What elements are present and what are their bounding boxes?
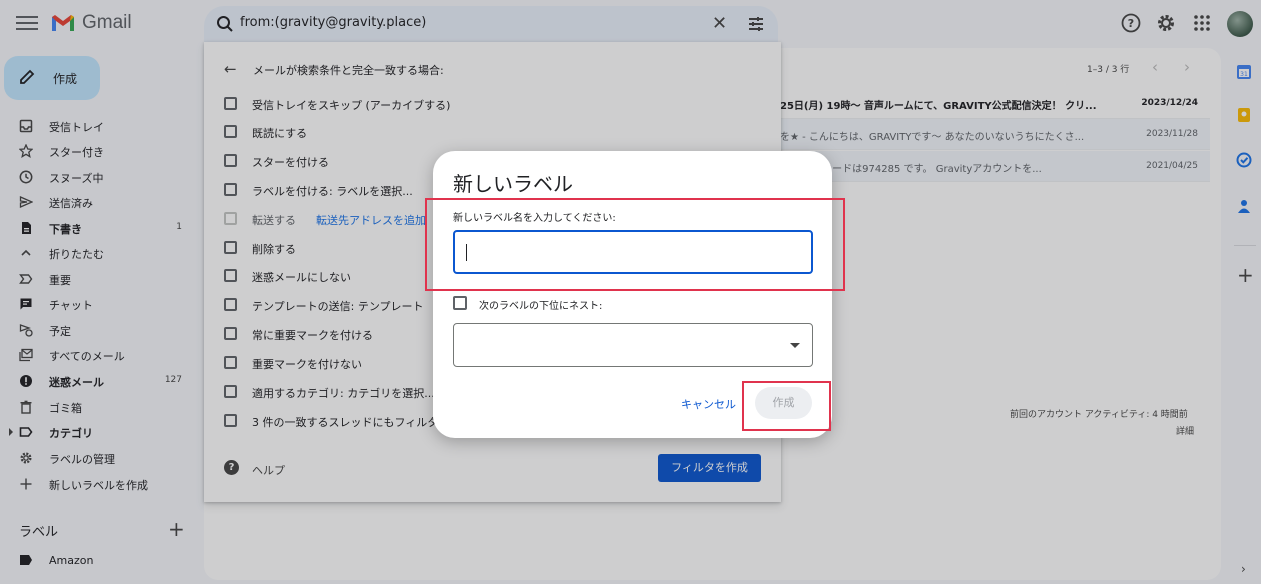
dropdown-arrow-icon [790, 343, 800, 348]
highlight-box-name-input [425, 198, 845, 291]
dialog-title: 新しいラベル [453, 172, 573, 196]
highlight-box-create-button [742, 381, 831, 431]
nest-label: 次のラベルの下位にネスト: [479, 301, 603, 312]
nest-checkbox[interactable] [453, 296, 467, 310]
cancel-button[interactable]: キャンセル [681, 396, 736, 412]
parent-label-select[interactable] [453, 323, 813, 367]
